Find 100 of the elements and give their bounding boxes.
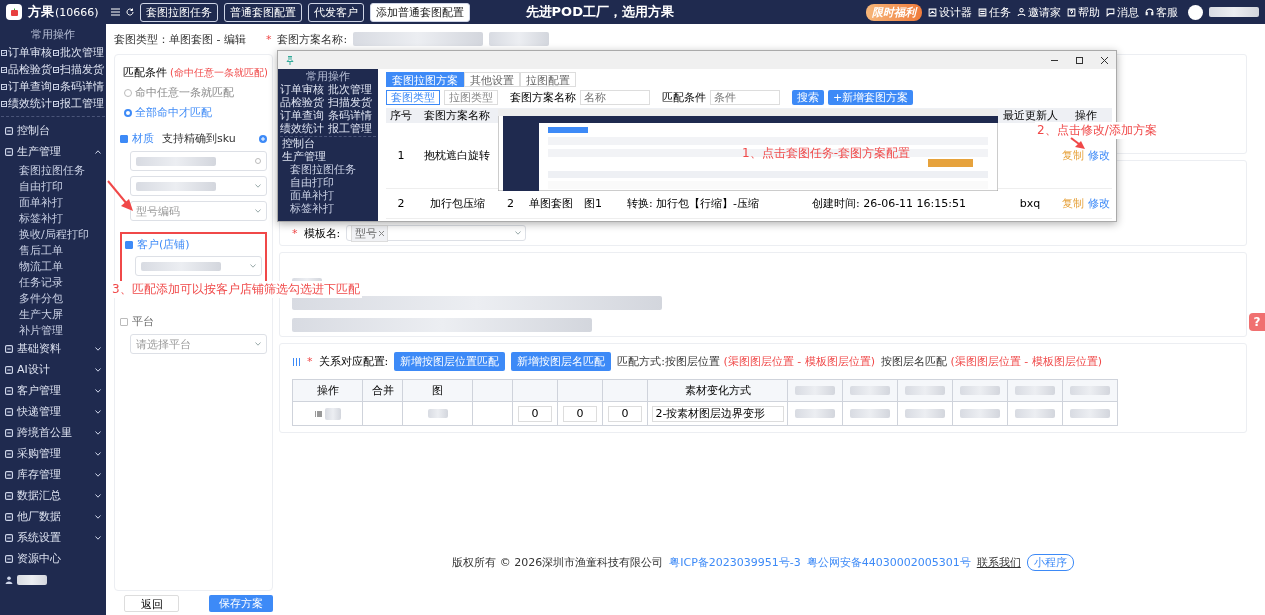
condition-label[interactable]: 客户(店铺) [137, 237, 190, 252]
radio-button[interactable] [124, 108, 132, 117]
toolbar-label[interactable]: 帮助 [1078, 4, 1100, 20]
condition-label[interactable]: 材质 [132, 131, 154, 146]
number-field[interactable]: 0 [563, 405, 597, 422]
sidebar-item[interactable]: 采购管理 [17, 446, 91, 461]
sidebar-item[interactable]: 快递管理 [17, 404, 91, 419]
close-icon[interactable] [1101, 56, 1108, 64]
sidebar-item[interactable]: 他厂数据 [17, 509, 91, 524]
menu-icon[interactable] [110, 8, 120, 16]
sidebar-subitem[interactable]: 物流工单 [19, 258, 63, 274]
filter-field[interactable]: 名称 [580, 90, 650, 105]
sidebar-item[interactable]: 生产管理 [280, 150, 376, 163]
icp-link[interactable]: 粤ICP备2023039951号-3 [669, 555, 801, 570]
quick-action[interactable]: 扫描发货 [60, 62, 104, 77]
select-field[interactable] [135, 256, 262, 276]
sidebar-item[interactable]: 系统设置 [17, 530, 91, 545]
page-tab[interactable]: 套图拉图任务 [139, 2, 218, 22]
sidebar-subitem[interactable]: 标签补打 [19, 210, 63, 226]
select-field[interactable] [130, 151, 267, 171]
sidebar-subitem[interactable]: 套图拉图任务 [280, 163, 376, 176]
quick-action[interactable]: 条码详情 [60, 79, 104, 94]
toolbar-label[interactable]: 消息 [1117, 4, 1139, 20]
transform-select[interactable]: 2-按素材图层边界变形 [651, 405, 784, 422]
sidebar-subitem[interactable]: 自由打印 [280, 176, 376, 189]
sidebar-item[interactable]: AI设计 [17, 362, 91, 377]
image-icon[interactable] [928, 7, 937, 17]
filter-field[interactable]: 条件 [710, 90, 780, 105]
page-tab[interactable]: 代发客户 [307, 2, 364, 22]
radio-label[interactable]: 命中任意一条就匹配 [135, 85, 234, 100]
mini-program-button[interactable]: 小程序 [1026, 554, 1074, 571]
sidebar-subitem[interactable]: 标签补打 [280, 202, 376, 215]
quick-action[interactable]: 批次管理 [60, 45, 104, 60]
avatar[interactable] [1188, 4, 1203, 20]
quick-action[interactable]: 品检验货 [280, 96, 328, 109]
checkbox[interactable] [120, 317, 128, 326]
tag[interactable]: 型号 [351, 224, 389, 242]
user-icon[interactable] [1017, 7, 1026, 17]
quick-action[interactable]: 订单审核 [280, 83, 328, 96]
quick-action[interactable]: 绩效统计 [8, 96, 52, 111]
maximize-icon[interactable] [1076, 56, 1083, 64]
message-icon[interactable] [1106, 7, 1115, 17]
quick-action[interactable]: 订单查询 [280, 109, 328, 122]
sidebar-item[interactable]: 控制台 [17, 123, 101, 138]
quick-action[interactable]: 订单审核 [8, 45, 52, 60]
select-field[interactable] [130, 176, 267, 196]
template-select[interactable]: 型号 [346, 225, 527, 241]
refresh-icon[interactable] [125, 8, 134, 16]
radio-label[interactable]: 全部命中才匹配 [135, 105, 212, 120]
contact-link[interactable]: 联系我们 [976, 555, 1021, 570]
tab[interactable]: 拉图配置 [520, 72, 576, 87]
police-link[interactable]: 粤公网安备44030002005301号 [806, 555, 971, 570]
number-field[interactable]: 0 [518, 405, 552, 422]
headset-icon[interactable] [1145, 7, 1154, 17]
row-action-link[interactable]: 修改 [1088, 148, 1110, 163]
number-field[interactable]: 0 [608, 405, 642, 422]
quick-action[interactable]: 报工管理 [60, 96, 104, 111]
checkbox[interactable] [120, 134, 128, 143]
sidebar-item[interactable]: 生产管理 [17, 144, 91, 159]
sidebar-item[interactable]: 资源中心 [17, 551, 101, 566]
sidebar-item[interactable]: 客户管理 [17, 383, 91, 398]
quick-action[interactable]: 报工管理 [328, 122, 376, 135]
sidebar-subitem[interactable]: 补片管理 [19, 322, 63, 338]
toolbar-label[interactable]: 任务 [989, 4, 1011, 20]
help-icon[interactable] [1067, 7, 1076, 17]
type-radio[interactable]: 套图类型 [386, 90, 440, 105]
sidebar-subitem[interactable]: 面单补打 [19, 194, 63, 210]
sidebar-subitem[interactable]: 面单补打 [280, 189, 376, 202]
pin-icon[interactable] [286, 55, 294, 65]
toolbar-label[interactable]: 邀请家 [1028, 4, 1061, 20]
page-tab[interactable]: 普通套图配置 [223, 2, 302, 22]
clear-icon[interactable] [255, 158, 261, 164]
toolbar-label[interactable]: 客服 [1156, 4, 1178, 20]
sidebar-item[interactable]: 基础资料 [17, 341, 91, 356]
sidebar-subitem[interactable]: 自由打印 [19, 178, 63, 194]
type-radio[interactable]: 拉图类型 [444, 90, 498, 105]
quick-action[interactable]: 订单查询 [8, 79, 52, 94]
toolbar-label[interactable]: 设计器 [939, 4, 972, 20]
quick-action[interactable]: 绩效统计 [280, 122, 328, 135]
page-tab[interactable]: 添加普通套图配置 [369, 2, 470, 22]
sidebar-subitem[interactable]: 任务记录 [19, 274, 63, 290]
quick-action[interactable]: 条码详情 [328, 109, 376, 122]
tab[interactable]: 其他设置 [464, 72, 520, 87]
sidebar-subitem[interactable]: 生产大屏 [19, 306, 63, 322]
back-button[interactable]: 返回 [124, 595, 180, 612]
row-action-link[interactable]: 修改 [1088, 196, 1110, 211]
sidebar-subitem[interactable]: 多件分包 [19, 290, 63, 306]
sidebar-item[interactable]: 跨境首公里 [17, 425, 91, 440]
quick-action[interactable]: 扫描发货 [328, 96, 376, 109]
quick-action[interactable]: 品检验货 [8, 62, 52, 77]
condition-label[interactable]: 平台 [132, 314, 154, 329]
quick-action[interactable]: 批次管理 [328, 83, 376, 96]
sidebar-subitem[interactable]: 换收/局程打印 [19, 226, 89, 242]
sidebar-item[interactable]: 控制台 [280, 137, 376, 150]
sidebar-item[interactable]: 数据汇总 [17, 488, 91, 503]
sidebar-subitem[interactable]: 套图拉图任务 [19, 162, 85, 178]
checkbox[interactable] [125, 240, 133, 249]
plus-icon[interactable] [259, 134, 267, 143]
sidebar-subitem[interactable]: 售后工单 [19, 242, 63, 258]
sidebar-item[interactable]: 库存管理 [17, 467, 91, 482]
